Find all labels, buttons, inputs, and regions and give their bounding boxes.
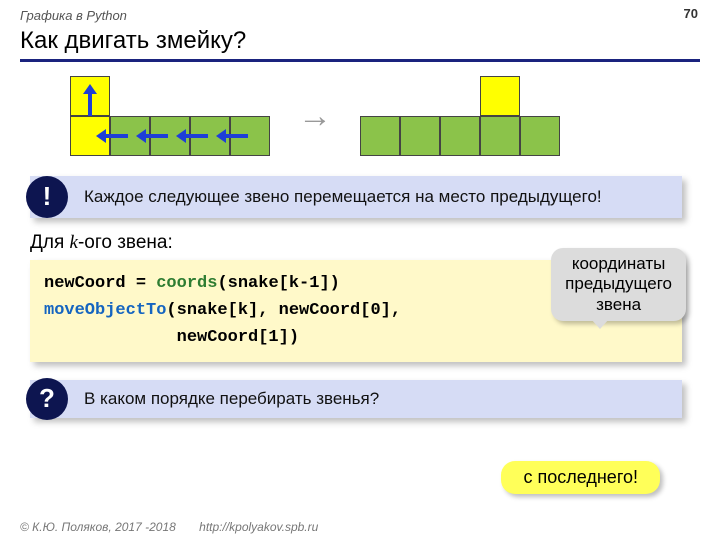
callout-rule-text: Каждое следующее звено перемещается на м… [84,187,602,206]
header-topic: Графика в Python [20,8,700,23]
callout-rule: ! Каждое следующее звено перемещается на… [30,176,682,218]
exclaim-icon: ! [26,176,68,218]
footer-url: http://kpolyakov.spb.ru [199,520,318,534]
snake-after [360,76,560,156]
transform-arrow-icon: → [298,97,332,136]
snake-diagram: → [70,76,700,156]
arrow-left-icon [176,129,208,143]
title-rule [20,59,700,62]
callout-question-text: В каком порядке перебирать звенья? [84,389,379,408]
arrow-left-icon [96,129,128,143]
question-icon: ? [26,378,68,420]
page-number: 70 [684,6,698,21]
note-bubble: координаты предыдущего звена [551,248,686,321]
snake-before [70,76,270,156]
page-title: Как двигать змейку? [20,27,700,55]
footer: © К.Ю. Поляков, 2017 -2018 http://kpolya… [20,520,318,534]
answer-chip: с последнего! [501,461,660,494]
callout-question: ? В каком порядке перебирать звенья? [30,380,682,418]
arrow-left-icon [216,129,248,143]
arrow-left-icon [136,129,168,143]
footer-copyright: © К.Ю. Поляков, 2017 -2018 [20,520,176,534]
arrow-up-icon [83,84,97,116]
